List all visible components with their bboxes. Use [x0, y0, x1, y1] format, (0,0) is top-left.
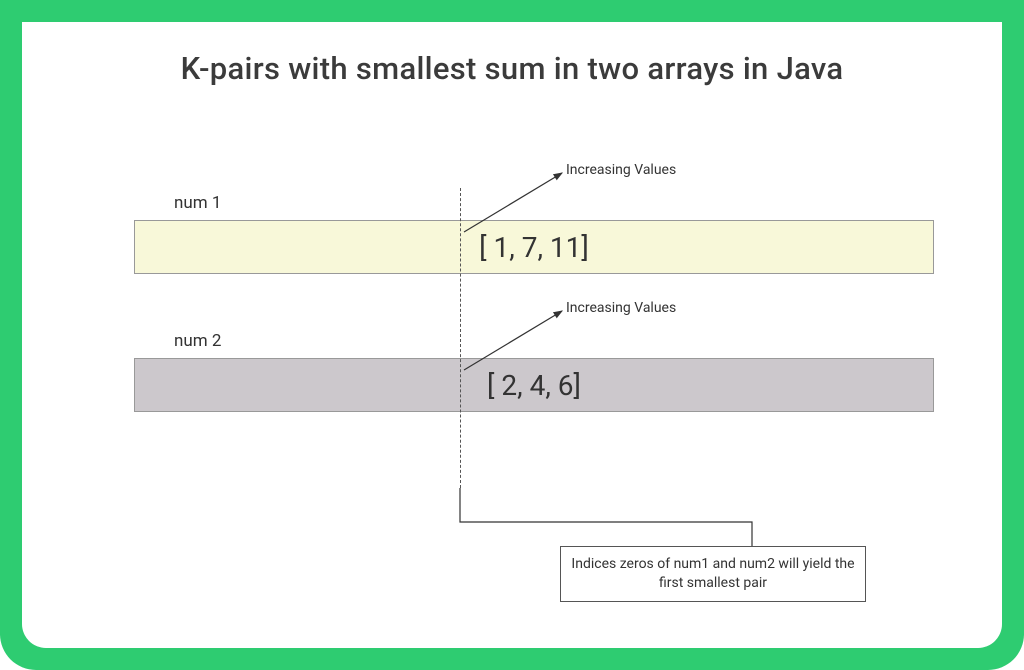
increasing-annotation-2: Increasing Values: [566, 300, 676, 316]
array2-bar: [ 2, 4, 6]: [134, 358, 934, 412]
outer-frame: K-pairs with smallest sum in two arrays …: [0, 0, 1024, 670]
page-title: K-pairs with smallest sum in two arrays …: [22, 50, 1002, 87]
increasing-annotation-1: Increasing Values: [566, 162, 676, 178]
diagram-canvas: K-pairs with smallest sum in two arrays …: [22, 22, 1002, 648]
callout-text: Indices zeros of num1 and num2 will yiel…: [571, 555, 855, 593]
callout-connector-icon: [460, 488, 752, 546]
callout-box: Indices zeros of num1 and num2 will yiel…: [560, 546, 866, 602]
array1-label: num 1: [174, 193, 221, 213]
array1-values: [ 1, 7, 11]: [479, 231, 589, 264]
index-marker-line: [460, 188, 461, 488]
array2-values: [ 2, 4, 6]: [487, 369, 581, 402]
array1-bar: [ 1, 7, 11]: [134, 220, 934, 274]
array2-label: num 2: [174, 331, 221, 351]
